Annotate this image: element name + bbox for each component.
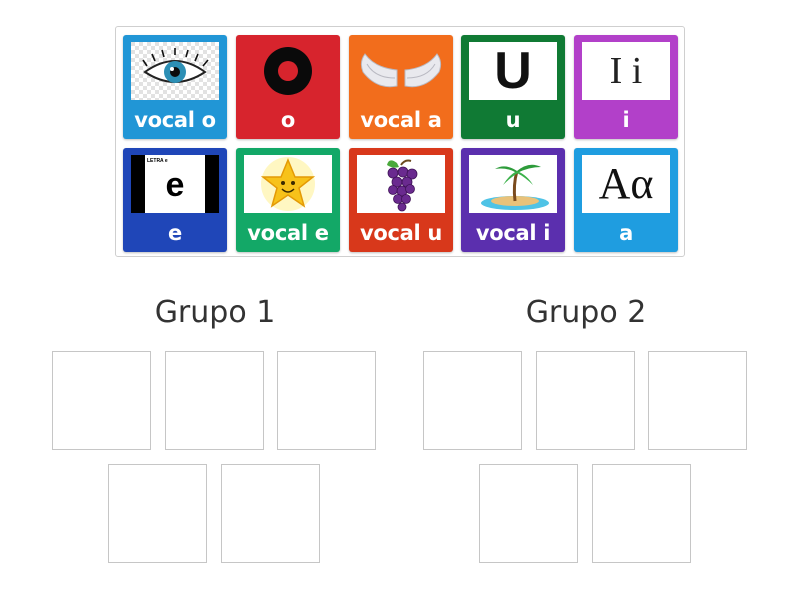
palm-island-icon bbox=[469, 155, 557, 213]
tile-label: a bbox=[619, 221, 633, 245]
star-icon bbox=[244, 155, 332, 213]
tile-label: vocal u bbox=[359, 221, 443, 245]
tile-vocal-u[interactable]: vocal u bbox=[349, 148, 453, 252]
tile-label: vocal o bbox=[134, 108, 216, 132]
tile-e[interactable]: LETRA e e e bbox=[123, 148, 227, 252]
tile-vocal-a[interactable]: vocal a bbox=[349, 35, 453, 139]
letter-e-glyph: e bbox=[165, 166, 185, 204]
tile-vocal-o[interactable]: vocal o bbox=[123, 35, 227, 139]
group-2-drop-slot[interactable] bbox=[423, 351, 522, 450]
letter-u-glyph: U bbox=[494, 42, 532, 100]
tile-label: vocal a bbox=[360, 108, 442, 132]
group-1-title: Grupo 1 bbox=[154, 295, 276, 330]
letter-i-glyph: I i bbox=[609, 50, 643, 92]
tile-label: vocal i bbox=[475, 221, 551, 245]
group-1-drop-slot[interactable] bbox=[277, 351, 376, 450]
letter-o-ring-icon bbox=[244, 42, 332, 100]
group-1-drop-slot[interactable] bbox=[165, 351, 264, 450]
letter-a-alpha-icon: Aα bbox=[582, 155, 670, 213]
tile-u[interactable]: U u bbox=[461, 35, 565, 139]
group-2-drop-slot[interactable] bbox=[592, 464, 691, 563]
letter-e-card-icon: LETRA e e bbox=[131, 155, 219, 213]
tile-i[interactable]: I i i bbox=[574, 35, 678, 139]
tile-vocal-e[interactable]: vocal e bbox=[236, 148, 340, 252]
grapes-icon bbox=[357, 155, 445, 213]
angel-wings-icon bbox=[357, 42, 445, 100]
group-2-title: Grupo 2 bbox=[525, 295, 647, 330]
group-1-drop-slot[interactable] bbox=[108, 464, 207, 563]
tile-label: e bbox=[168, 221, 182, 245]
group-2-drop-slot[interactable] bbox=[648, 351, 747, 450]
eye-icon bbox=[131, 42, 219, 100]
letter-u-icon: U bbox=[469, 42, 557, 100]
letter-a-glyph: Aα bbox=[598, 159, 654, 208]
tile-a[interactable]: Aα a bbox=[574, 148, 678, 252]
letter-i-icon: I i bbox=[582, 42, 670, 100]
tile-label: u bbox=[505, 108, 521, 132]
tile-label: i bbox=[622, 108, 630, 132]
tile-vocal-i[interactable]: vocal i bbox=[461, 148, 565, 252]
group-2-drop-slot[interactable] bbox=[536, 351, 635, 450]
group-2-drop-slot[interactable] bbox=[479, 464, 578, 563]
tile-o[interactable]: o bbox=[236, 35, 340, 139]
group-1-drop-slot[interactable] bbox=[52, 351, 151, 450]
group-1-drop-slot[interactable] bbox=[221, 464, 320, 563]
tile-label: o bbox=[280, 108, 296, 132]
tile-label: vocal e bbox=[247, 221, 329, 245]
